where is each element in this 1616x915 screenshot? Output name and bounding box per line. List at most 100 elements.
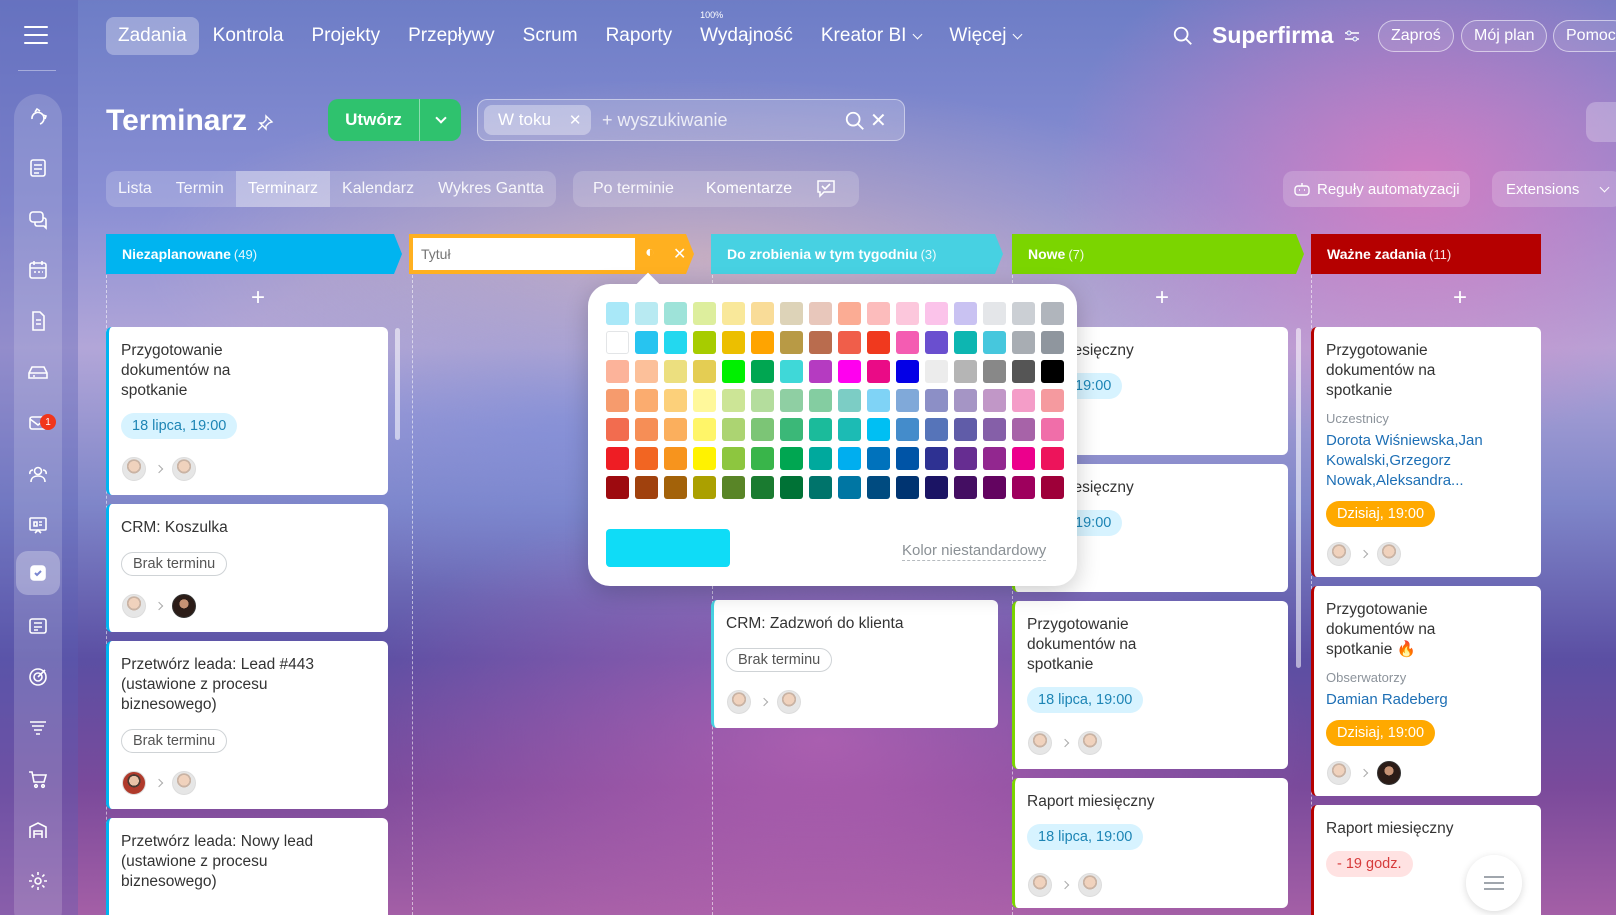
card-list-icon[interactable] [22,610,54,642]
color-swatch[interactable] [838,418,861,441]
deadline-badge[interactable]: Dzisiaj, 19:00 [1326,501,1436,527]
help-button[interactable]: Pomoc [1553,20,1616,52]
color-swatch[interactable] [954,447,977,470]
color-swatch[interactable] [983,418,1006,441]
color-swatch[interactable] [896,418,919,441]
target-icon[interactable] [22,661,54,693]
sort-by-comments[interactable]: Komentarze [694,180,804,198]
color-swatch[interactable] [838,302,861,325]
color-swatch[interactable] [838,389,861,412]
pin-icon[interactable] [256,114,274,132]
cart-icon[interactable] [22,763,54,795]
color-swatch[interactable] [1012,331,1035,354]
color-swatch[interactable] [664,389,687,412]
search-icon[interactable] [1172,25,1194,47]
nav-wydajnosc[interactable]: 100% Wydajność [686,10,807,55]
color-swatch[interactable] [1012,302,1035,325]
avatar[interactable] [1327,761,1351,785]
tasks-checkbox-icon[interactable] [16,551,60,595]
document-icon[interactable] [22,305,54,337]
color-swatch[interactable] [838,447,861,470]
color-swatch[interactable] [809,302,832,325]
observers-list[interactable]: Damian Radeberg [1326,690,1529,710]
nav-projekty[interactable]: Projekty [297,17,394,55]
chip-close-icon[interactable]: ✕ [569,111,582,129]
avatar[interactable] [172,594,196,618]
create-button[interactable]: Utwórz [328,99,461,141]
color-swatch[interactable] [867,418,890,441]
avatar[interactable] [1028,873,1052,897]
color-swatch[interactable] [722,360,745,383]
list-menu-button[interactable] [1466,855,1522,911]
color-swatch[interactable] [1012,418,1035,441]
color-swatch[interactable] [664,360,687,383]
color-swatch[interactable] [722,389,745,412]
color-swatch[interactable] [664,418,687,441]
filter-search-box[interactable]: W toku ✕ + wyszukiwanie ✕ [477,99,905,141]
color-swatch[interactable] [867,476,890,499]
color-swatch[interactable] [954,331,977,354]
extensions-button[interactable]: Extensions [1492,171,1616,207]
tab-lista[interactable]: Lista [106,171,164,207]
color-swatch[interactable] [896,476,919,499]
color-swatch[interactable] [693,447,716,470]
color-swatch[interactable] [722,302,745,325]
color-swatch[interactable] [925,418,948,441]
filter-chip[interactable]: W toku ✕ [484,105,592,135]
color-swatch[interactable] [664,302,687,325]
color-swatch[interactable] [983,476,1006,499]
avatar[interactable] [172,457,196,481]
nav-wiecej[interactable]: Więcej [935,17,1035,55]
color-swatch[interactable] [809,447,832,470]
color-swatch[interactable] [722,447,745,470]
clear-search-icon[interactable]: ✕ [870,108,887,133]
nav-zadania[interactable]: Zadania [106,17,199,55]
column-title-input[interactable] [413,238,635,270]
task-card[interactable]: Przetwórz leada: Nowy lead (ustawione z … [106,818,388,915]
color-swatch[interactable] [867,302,890,325]
task-card[interactable]: Przygotowanie dokumentów na spotkanie 🔥 … [1311,586,1541,796]
automation-rules-button[interactable]: Reguły automatyzacji [1283,171,1470,207]
color-swatch[interactable] [925,360,948,383]
color-swatch[interactable] [954,418,977,441]
color-swatch[interactable] [1041,360,1064,383]
color-swatch[interactable] [954,302,977,325]
color-swatch[interactable] [693,418,716,441]
contacts-icon[interactable] [22,458,54,490]
avatar[interactable] [172,771,196,795]
color-swatch[interactable] [722,476,745,499]
settings-gear-icon[interactable] [1586,102,1616,142]
color-swatch[interactable] [896,447,919,470]
color-swatch[interactable] [925,476,948,499]
funnel-icon[interactable] [22,712,54,744]
color-swatch[interactable] [780,302,803,325]
participants-list[interactable]: Dorota Wiśniewska,Jan Kowalski,Grzegorz … [1326,431,1529,491]
nav-raporty[interactable]: Raporty [592,17,687,55]
color-swatch[interactable] [1041,389,1064,412]
tab-termin[interactable]: Termin [164,171,236,207]
task-card[interactable]: Przygotowanie dokumentów na spotkanie 18… [106,327,388,495]
tab-wykres-gantta[interactable]: Wykres Gantta [426,171,556,207]
comment-check-icon[interactable] [816,179,838,199]
color-picker-icon[interactable]: ◐ [645,244,655,262]
color-swatch[interactable] [780,331,803,354]
color-swatch[interactable] [606,389,629,412]
color-swatch[interactable] [780,418,803,441]
task-card[interactable]: Przetwórz leada: Lead #443 (ustawione z … [106,641,388,809]
color-swatch[interactable] [722,331,745,354]
color-swatch[interactable] [635,389,658,412]
color-swatch[interactable] [751,476,774,499]
deadline-badge[interactable]: Dzisiaj, 19:00 [1326,720,1436,746]
color-swatch[interactable] [693,476,716,499]
add-task-plus-icon[interactable]: + [1453,286,1467,310]
avatar[interactable] [1078,873,1102,897]
color-swatch[interactable] [693,331,716,354]
nav-kreator-bi[interactable]: Kreator BI [807,17,936,55]
color-swatch[interactable] [983,360,1006,383]
color-swatch[interactable] [693,360,716,383]
color-swatch[interactable] [751,389,774,412]
avatar[interactable] [1377,542,1401,566]
color-swatch[interactable] [1041,418,1064,441]
color-swatch[interactable] [635,476,658,499]
color-swatch[interactable] [838,331,861,354]
